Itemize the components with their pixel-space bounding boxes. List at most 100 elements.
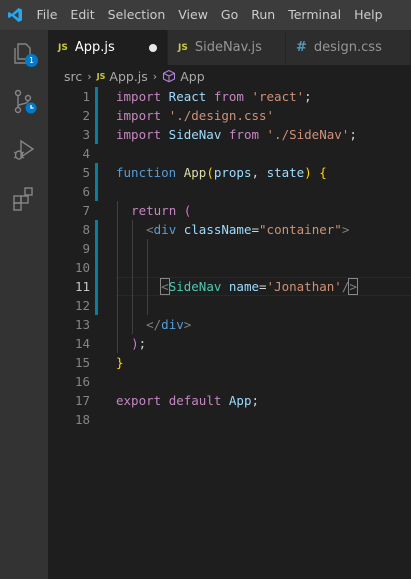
tab-label: design.css bbox=[313, 40, 382, 55]
code-token: import bbox=[116, 89, 162, 104]
menu-edit[interactable]: Edit bbox=[64, 0, 101, 30]
code-line[interactable]: 5 function App(props, state) { bbox=[48, 163, 411, 182]
code-text: export default App; bbox=[116, 391, 259, 410]
line-number: 2 bbox=[82, 108, 90, 123]
code-token: 'Jonathan' bbox=[266, 279, 342, 294]
css-file-icon: # bbox=[296, 40, 307, 55]
code-token: return bbox=[131, 203, 177, 218]
editor-tabs: JS App.js JS SideNav.js # design.css bbox=[48, 30, 411, 65]
line-number: 12 bbox=[74, 298, 90, 313]
code-line[interactable]: 1 import React from 'react'; bbox=[48, 87, 411, 106]
code-token: from bbox=[228, 127, 259, 142]
line-number: 16 bbox=[74, 374, 90, 389]
menu-view[interactable]: View bbox=[172, 0, 215, 30]
tab-design-css[interactable]: # design.css bbox=[286, 30, 411, 65]
code-token: className bbox=[183, 222, 252, 237]
code-line[interactable]: 18 bbox=[48, 410, 411, 429]
menu-file[interactable]: File bbox=[30, 0, 64, 30]
code-token: App bbox=[221, 393, 252, 408]
line-number: 14 bbox=[74, 336, 90, 351]
code-token: { bbox=[319, 165, 327, 180]
code-text: return ( bbox=[116, 201, 191, 220]
breadcrumb-symbol[interactable]: App bbox=[180, 69, 204, 84]
code-line[interactable]: 10 bbox=[48, 258, 411, 277]
tab-sidenav-js[interactable]: JS SideNav.js bbox=[168, 30, 286, 65]
code-token: "container" bbox=[259, 222, 342, 237]
code-line[interactable]: 14 ); bbox=[48, 334, 411, 353]
code-token: < bbox=[160, 278, 170, 295]
code-token: , bbox=[251, 165, 267, 180]
line-number: 4 bbox=[82, 146, 90, 161]
code-line[interactable]: 6 bbox=[48, 182, 411, 201]
code-token: ; bbox=[138, 336, 147, 351]
code-token: SideNav bbox=[161, 127, 229, 142]
line-number: 15 bbox=[74, 355, 90, 370]
code-line[interactable]: 9 bbox=[48, 239, 411, 258]
line-number: 13 bbox=[74, 317, 90, 332]
code-line[interactable]: 3 import SideNav from './SideNav'; bbox=[48, 125, 411, 144]
menu-help[interactable]: Help bbox=[348, 0, 390, 30]
menu-terminal[interactable]: Terminal bbox=[282, 0, 348, 30]
code-line[interactable]: 16 bbox=[48, 372, 411, 391]
line-number: 17 bbox=[74, 393, 90, 408]
code-token: export bbox=[116, 393, 162, 408]
unsaved-dot-icon[interactable] bbox=[148, 43, 157, 52]
code-token: ; bbox=[304, 89, 312, 104]
code-token: div bbox=[153, 222, 177, 237]
menu-go[interactable]: Go bbox=[214, 0, 244, 30]
code-token: < bbox=[146, 222, 154, 237]
line-number: 10 bbox=[74, 260, 90, 275]
code-token: ) bbox=[131, 336, 139, 351]
code-token: > bbox=[341, 222, 350, 237]
code-line[interactable]: 11 <SideNav name='Jonathan'/> bbox=[48, 277, 411, 296]
code-line[interactable]: 13 </div> bbox=[48, 315, 411, 334]
code-token: ; bbox=[251, 393, 260, 408]
extensions-icon[interactable] bbox=[0, 174, 48, 222]
code-line[interactable]: 4 bbox=[48, 144, 411, 163]
run-debug-icon[interactable] bbox=[0, 126, 48, 174]
code-line[interactable]: 12 bbox=[48, 296, 411, 315]
code-line[interactable]: 17 export default App; bbox=[48, 391, 411, 410]
code-token: state bbox=[266, 165, 305, 180]
line-number: 18 bbox=[74, 412, 90, 427]
code-line[interactable]: 8 <div className="container"> bbox=[48, 220, 411, 239]
tab-label: App.js bbox=[74, 40, 115, 55]
line-number: 1 bbox=[82, 89, 90, 104]
line-number: 9 bbox=[82, 241, 90, 256]
code-token: div bbox=[161, 317, 184, 332]
code-text: import './design.css' bbox=[116, 106, 274, 125]
source-control-icon[interactable] bbox=[0, 78, 48, 126]
menu-selection[interactable]: Selection bbox=[101, 0, 172, 30]
tab-label: SideNav.js bbox=[194, 40, 262, 55]
code-token: import bbox=[116, 127, 162, 142]
explorer-icon[interactable]: 1 bbox=[0, 30, 48, 78]
line-number: 6 bbox=[82, 184, 90, 199]
line-number: 7 bbox=[82, 203, 90, 218]
code-token: ; bbox=[349, 127, 357, 142]
code-token: './SideNav' bbox=[266, 127, 350, 142]
code-token: props bbox=[213, 165, 252, 180]
code-token: './design.css' bbox=[168, 108, 275, 123]
breadcrumb: src › JS App.js › App bbox=[48, 65, 411, 87]
menu-run[interactable]: Run bbox=[245, 0, 282, 30]
code-text: ); bbox=[116, 334, 146, 353]
activity-bar: 1 bbox=[0, 30, 48, 579]
code-line[interactable]: 7 return ( bbox=[48, 201, 411, 220]
code-token: > bbox=[348, 278, 358, 295]
code-token: default bbox=[168, 393, 222, 408]
code-line[interactable]: 15} bbox=[48, 353, 411, 372]
code-editor[interactable]: 1 import React from 'react'; 2 import './de… bbox=[48, 87, 411, 579]
code-token: function bbox=[116, 165, 177, 180]
code-token: = bbox=[259, 279, 267, 294]
breadcrumb-folder[interactable]: src bbox=[64, 69, 82, 84]
breadcrumb-file[interactable]: App.js bbox=[109, 69, 147, 84]
code-line[interactable]: 2 import './design.css' bbox=[48, 106, 411, 125]
code-token: ( bbox=[206, 165, 214, 180]
js-file-icon: JS bbox=[178, 42, 188, 53]
tab-app-js[interactable]: JS App.js bbox=[48, 30, 168, 65]
